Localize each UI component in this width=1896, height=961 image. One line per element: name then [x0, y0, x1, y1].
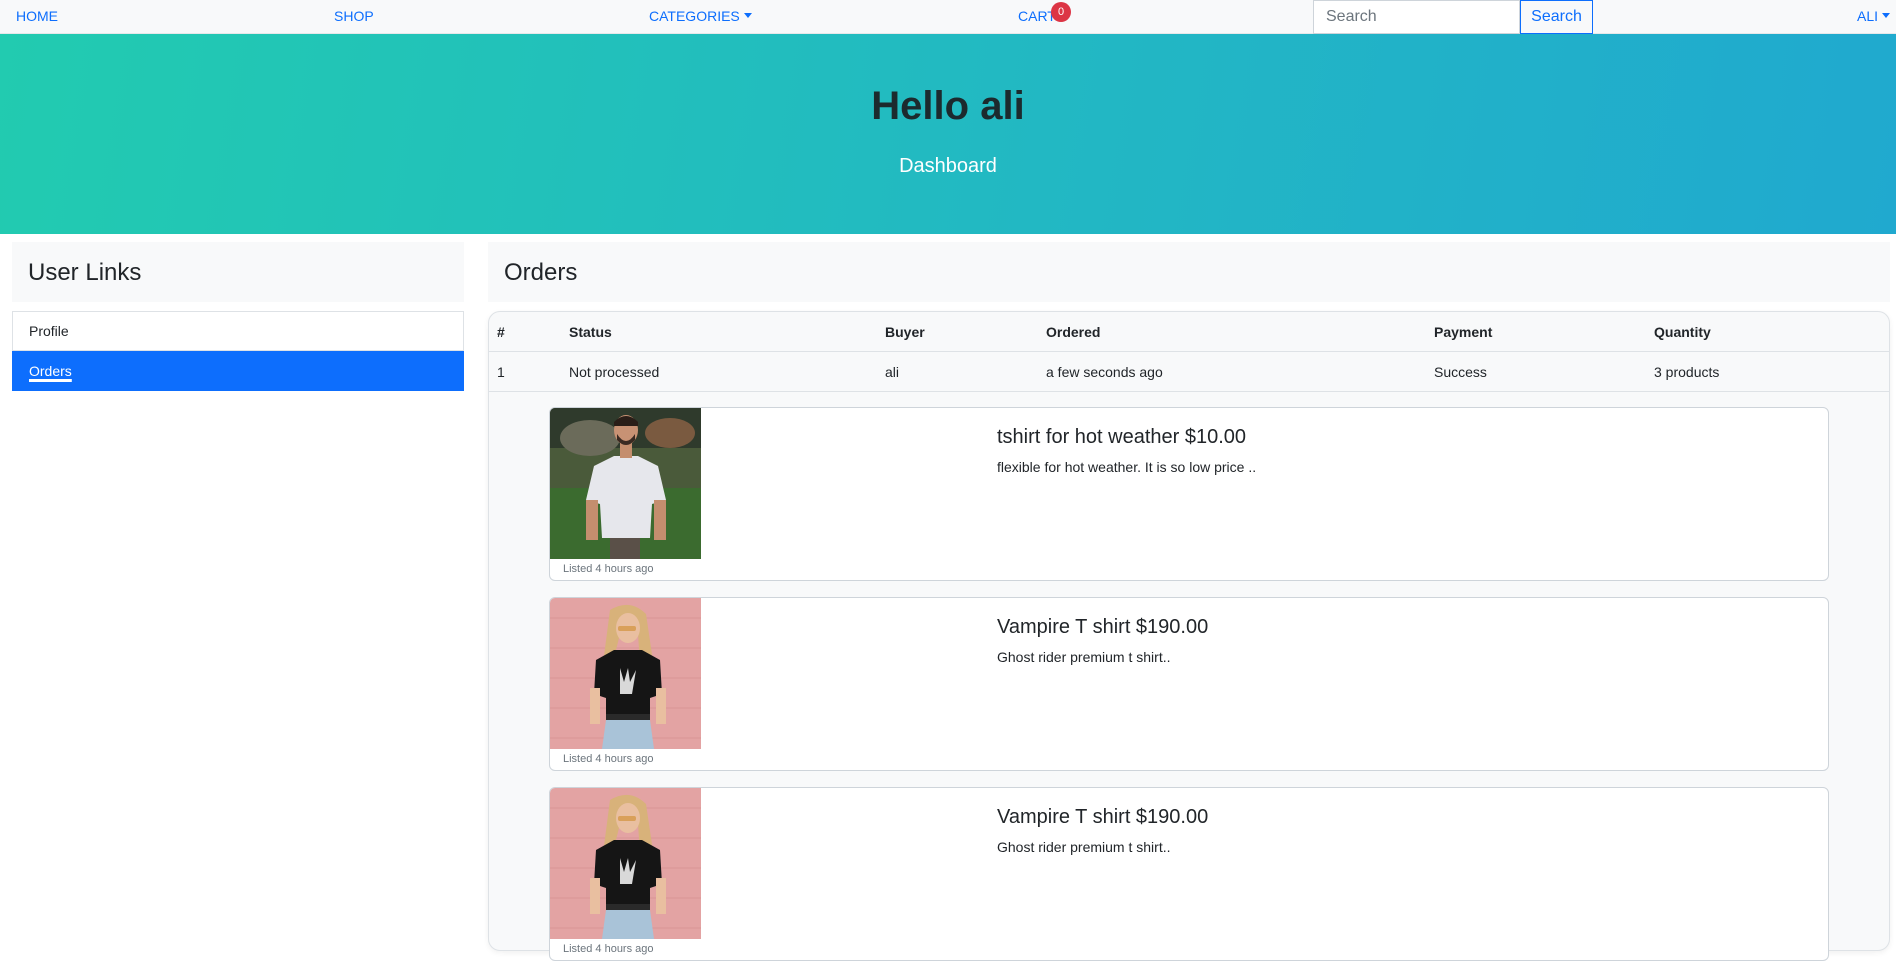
cart-count-badge: 0: [1051, 2, 1071, 22]
orders-card: # Status Buyer Ordered Payment Quantity …: [488, 311, 1890, 961]
sidebar-item-orders[interactable]: Orders: [12, 351, 464, 391]
column-header: #: [497, 324, 505, 340]
product-card[interactable]: Listed 4 hours ago Vampire T shirt $190.…: [549, 597, 1829, 771]
product-image: [550, 408, 701, 559]
nav-categories-dropdown[interactable]: CATEGORIES: [649, 8, 752, 24]
table-cell: 3 products: [1654, 364, 1720, 380]
column-header: Payment: [1434, 324, 1493, 340]
table-cell: 1: [497, 364, 505, 380]
user-links-header: User Links: [12, 242, 464, 302]
listed-time: Listed 4 hours ago: [563, 563, 654, 575]
column-header: Status: [569, 324, 612, 340]
sidebar-item-label: Orders: [29, 363, 72, 379]
hero-title: Hello ali: [871, 84, 1025, 128]
table-cell: a few seconds ago: [1046, 364, 1163, 380]
caret-down-icon: [1882, 13, 1891, 18]
table-cell: ali: [885, 364, 900, 380]
product-description: Ghost rider premium t shirt..: [997, 839, 1171, 855]
table-cell: Not processed: [569, 364, 660, 380]
search-input[interactable]: [1313, 0, 1520, 34]
caret-down-icon: [743, 13, 752, 18]
hero-banner: Hello ali Dashboard: [0, 34, 1896, 234]
user-menu-dropdown[interactable]: ALI: [1857, 8, 1891, 24]
search-button[interactable]: Search: [1520, 0, 1593, 34]
column-header: Buyer: [885, 324, 925, 340]
product-title: Vampire T shirt $190.00: [997, 806, 1209, 828]
product-title: Vampire T shirt $190.00: [997, 616, 1209, 638]
nav-categories-label: CATEGORIES: [649, 8, 740, 24]
product-card[interactable]: Listed 4 hours ago Vampire T shirt $190.…: [549, 787, 1829, 961]
product-image: [550, 598, 701, 749]
product-image: [550, 788, 701, 939]
product-description: flexible for hot weather. It is so low p…: [997, 459, 1257, 475]
orders-title: Orders: [504, 259, 578, 286]
hero-subtitle: Dashboard: [899, 155, 997, 177]
sidebar-item-label: Profile: [29, 323, 69, 339]
product-description: Ghost rider premium t shirt..: [997, 649, 1171, 665]
column-header: Ordered: [1046, 324, 1101, 340]
product-card[interactable]: Listed 4 hours ago tshirt for hot weathe…: [549, 407, 1829, 581]
product-title: tshirt for hot weather $10.00: [997, 426, 1247, 448]
user-links-list: Profile Orders: [12, 311, 464, 391]
orders-table: # Status Buyer Ordered Payment Quantity …: [489, 312, 1889, 392]
user-links-title: User Links: [28, 259, 142, 286]
table-header-row: # Status Buyer Ordered Payment Quantity: [489, 312, 1889, 352]
listed-time: Listed 4 hours ago: [563, 943, 654, 955]
table-cell: Success: [1434, 364, 1487, 380]
user-menu-label: ALI: [1857, 8, 1879, 24]
nav-home-link[interactable]: HOME: [16, 8, 58, 24]
orders-header: Orders: [488, 242, 1890, 302]
nav-shop-link[interactable]: SHOP: [334, 8, 374, 24]
table-row: 1 Not processed ali a few seconds ago Su…: [489, 352, 1889, 392]
listed-time: Listed 4 hours ago: [563, 753, 654, 765]
navbar: HOME SHOP CATEGORIES CART 0 Search ALI: [0, 0, 1896, 34]
sidebar-item-profile[interactable]: Profile: [12, 311, 464, 351]
column-header: Quantity: [1654, 324, 1711, 340]
